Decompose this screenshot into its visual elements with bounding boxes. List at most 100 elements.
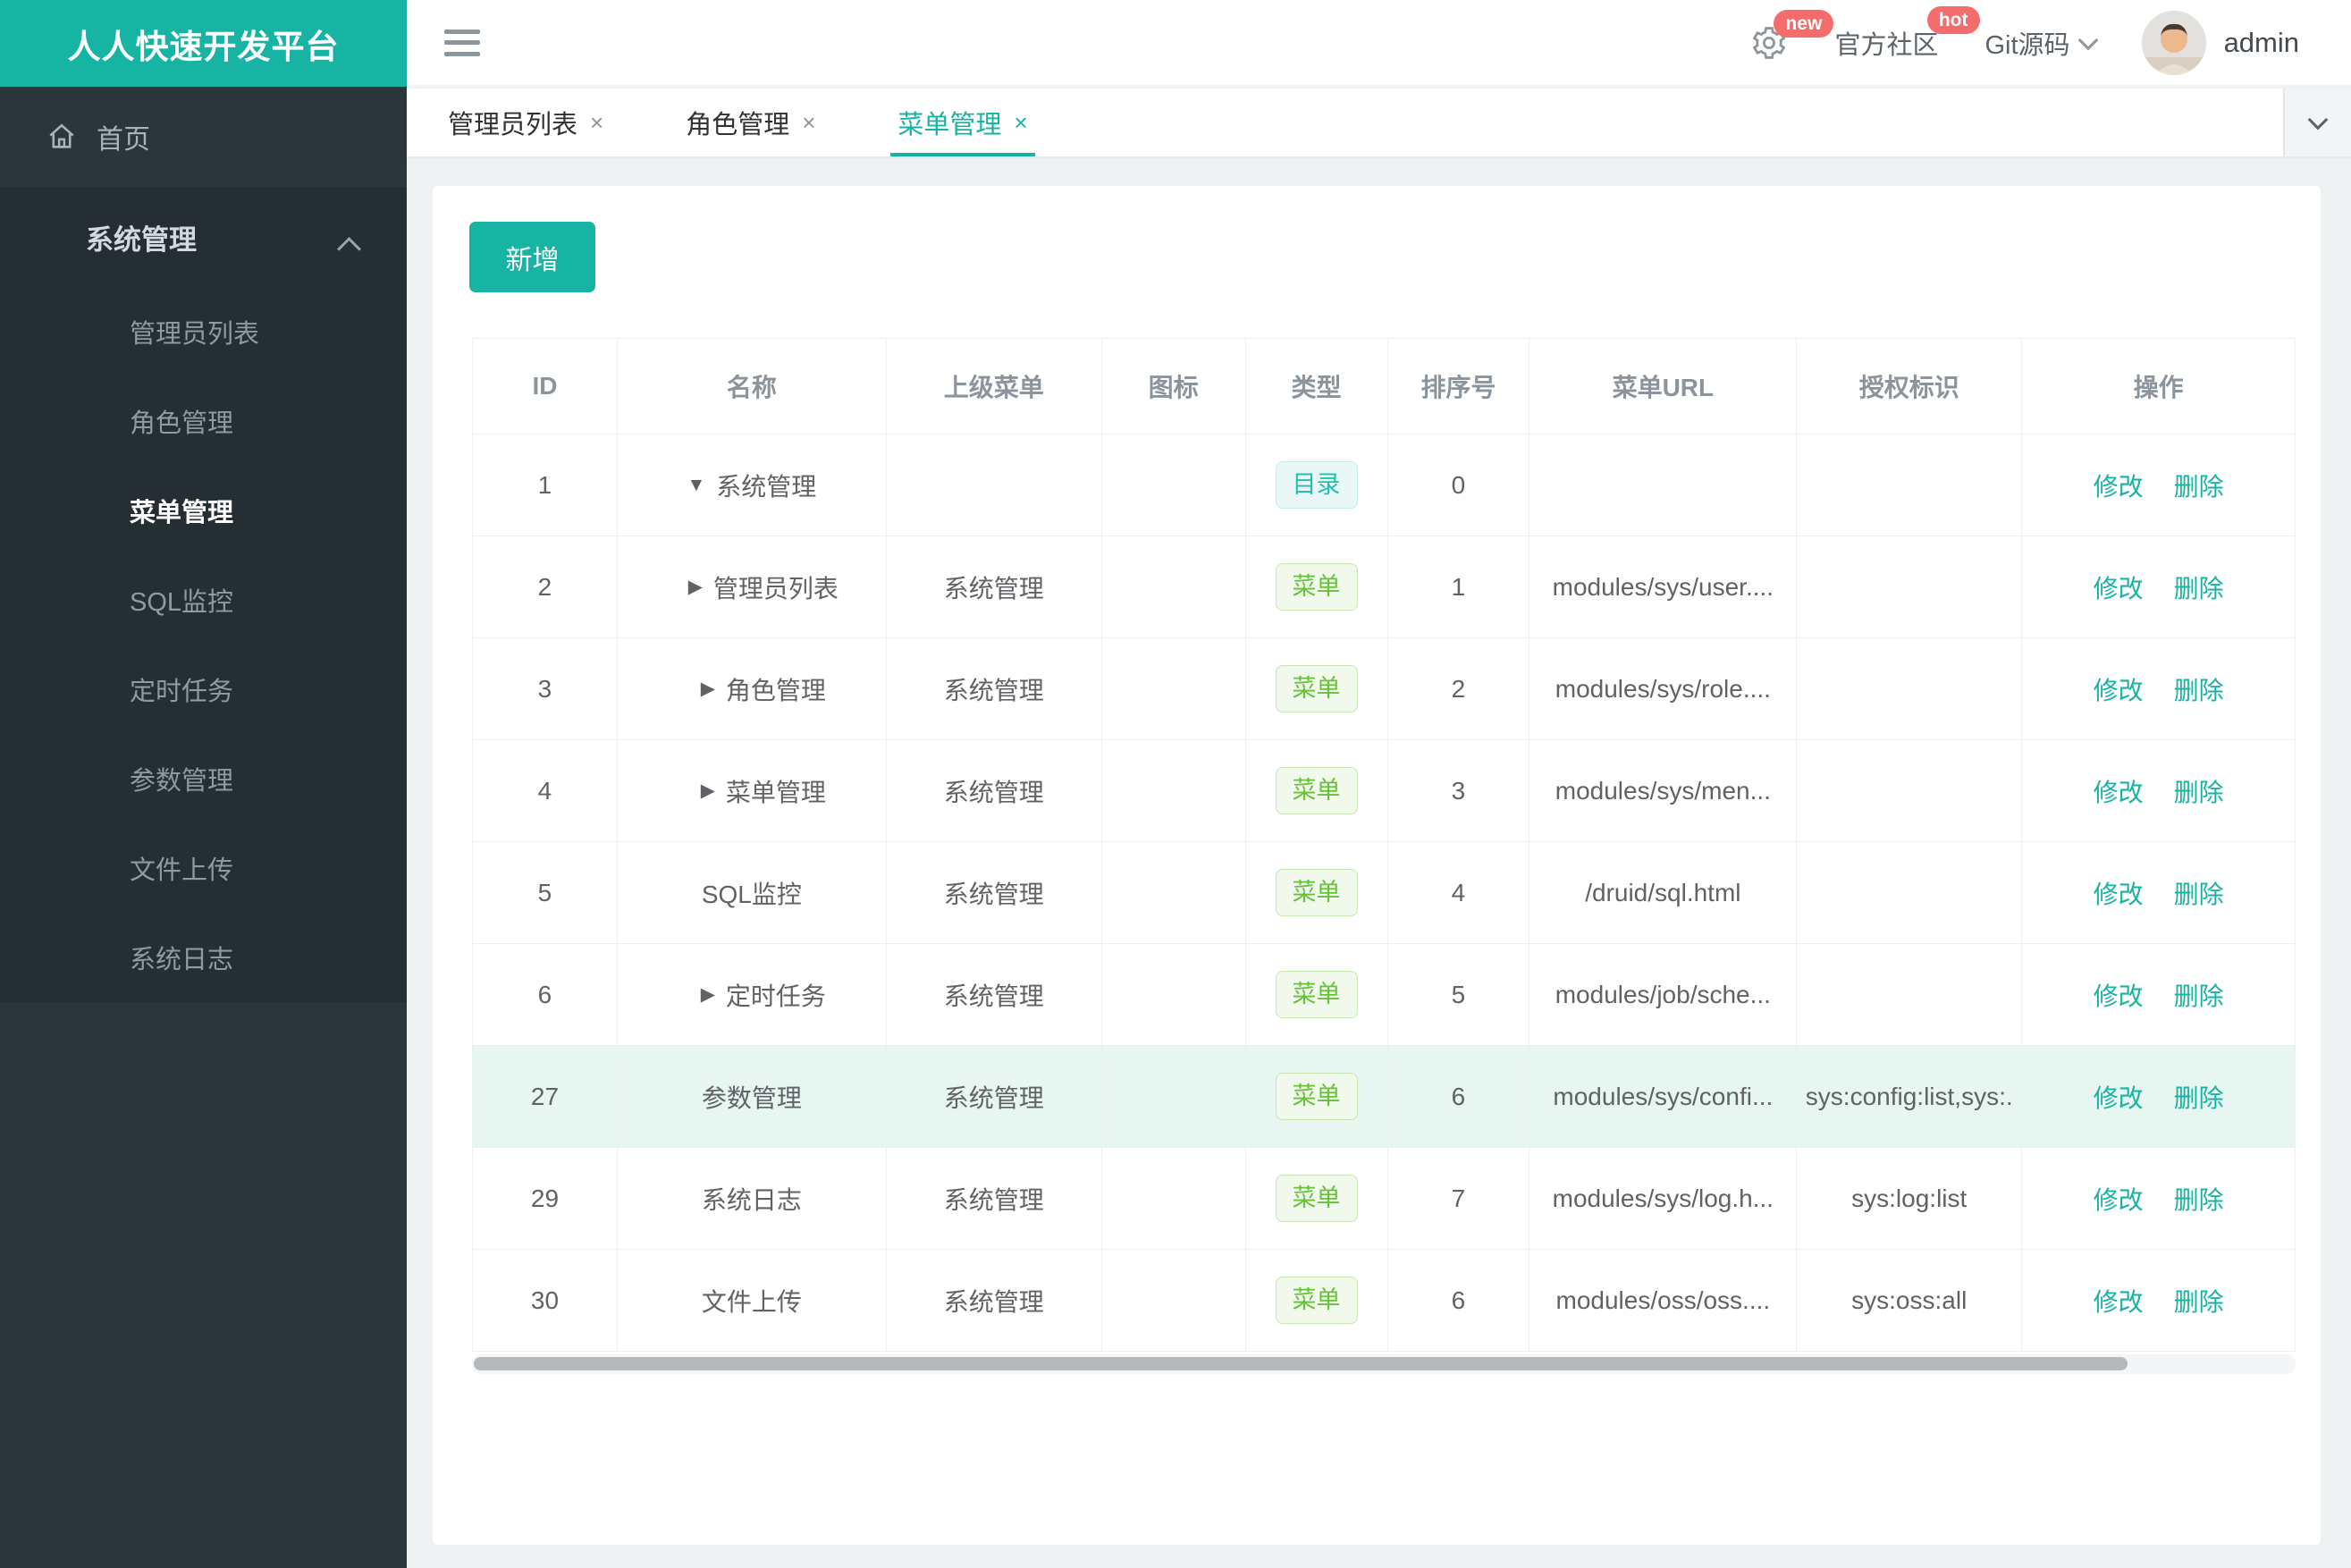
menu-name: 文件上传: [701, 1287, 802, 1316]
column-header-操作: 操作: [2022, 339, 2296, 434]
home-icon: [49, 123, 74, 148]
cell-icon: [1101, 842, 1246, 944]
chevron-up-icon: [341, 237, 360, 257]
tab-菜单管理[interactable]: 菜单管理 ×: [856, 89, 1068, 156]
add-button[interactable]: 新增: [469, 222, 595, 292]
delete-link[interactable]: 删除: [2174, 1181, 2224, 1217]
cell-menu-url: modules/sys/men...: [1529, 740, 1798, 842]
cell-operations: 修改 删除: [2022, 944, 2296, 1046]
delete-link[interactable]: 删除: [2174, 569, 2224, 605]
tree-expand-icon[interactable]: ▶: [688, 576, 703, 598]
cell-menu-url: modules/oss/oss....: [1529, 1250, 1798, 1352]
tab-bar: 管理员列表 × 角色管理 × 菜单管理 ×: [407, 89, 2351, 158]
cell-parent-menu: 系统管理: [886, 1148, 1102, 1250]
edit-link[interactable]: 修改: [2094, 977, 2144, 1013]
table-row[interactable]: 3 ▶ 角色管理 系统管理 菜单 2 modules/sys/role.... 修改 删除: [473, 638, 2296, 740]
delete-link[interactable]: 删除: [2174, 1079, 2224, 1115]
git-source-dropdown[interactable]: Git源码: [1985, 24, 2098, 62]
tree-expand-icon[interactable]: ▶: [701, 983, 715, 1006]
tree-collapse-icon[interactable]: ▼: [687, 475, 705, 496]
cell-operations: 修改 删除: [2022, 740, 2296, 842]
tree-expand-icon[interactable]: ▶: [701, 678, 715, 700]
theme-settings[interactable]: new: [1750, 9, 1834, 62]
sidebar-item-角色管理[interactable]: 角色管理: [0, 376, 407, 466]
cell-icon: [1101, 536, 1246, 638]
tab-角色管理[interactable]: 角色管理 ×: [645, 89, 856, 156]
tab-close-icon[interactable]: ×: [802, 109, 815, 137]
sidebar-item-参数管理[interactable]: 参数管理: [0, 734, 407, 823]
delete-link[interactable]: 删除: [2174, 977, 2224, 1013]
edit-link[interactable]: 修改: [2094, 1079, 2144, 1115]
table-row[interactable]: 4 ▶ 菜单管理 系统管理 菜单 3 modules/sys/men... 修改 删除: [473, 740, 2296, 842]
cell-menu-url: modules/sys/log.h...: [1529, 1148, 1798, 1250]
cell-operations: 修改 删除: [2022, 536, 2296, 638]
sidebar-group-title[interactable]: 系统管理: [0, 187, 407, 287]
cell-perm: sys:oss:all: [1797, 1250, 2023, 1352]
tab-label: 菜单管理: [897, 111, 1002, 139]
cell-name: 系统日志: [617, 1148, 887, 1250]
tab-close-icon[interactable]: ×: [1014, 109, 1027, 137]
edit-link[interactable]: 修改: [2094, 569, 2144, 605]
tab-管理员列表[interactable]: 管理员列表 ×: [407, 89, 645, 156]
hot-badge: hot: [1926, 5, 1980, 34]
table-row[interactable]: 6 ▶ 定时任务 系统管理 菜单 5 modules/job/sche... 修改 删除: [473, 944, 2296, 1046]
cell-icon: [1101, 434, 1246, 536]
table-row[interactable]: 29 系统日志 系统管理 菜单 7 modules/sys/log.h... sys:log…: [473, 1148, 2296, 1250]
edit-link[interactable]: 修改: [2094, 773, 2144, 809]
delete-link[interactable]: 删除: [2174, 875, 2224, 911]
cell-menu-url: modules/sys/user....: [1529, 536, 1798, 638]
table-row[interactable]: 30 文件上传 系统管理 菜单 6 modules/oss/oss.... sys:oss:…: [473, 1250, 2296, 1352]
cell-perm: [1797, 638, 2023, 740]
sidebar-item-定时任务[interactable]: 定时任务: [0, 645, 407, 734]
sidebar-item-SQL监控[interactable]: SQL监控: [0, 555, 407, 645]
delete-link[interactable]: 删除: [2174, 1283, 2224, 1319]
edit-link[interactable]: 修改: [2094, 1181, 2144, 1217]
table-row[interactable]: 27 参数管理 系统管理 菜单 6 modules/sys/confi... sys:con…: [473, 1046, 2296, 1148]
user-menu[interactable]: admin: [2141, 10, 2299, 75]
edit-link[interactable]: 修改: [2094, 1283, 2144, 1319]
sidebar-item-管理员列表[interactable]: 管理员列表: [0, 287, 407, 376]
tab-close-icon[interactable]: ×: [590, 109, 603, 137]
community-link[interactable]: 官方社区: [1834, 24, 1938, 62]
column-header-上级菜单: 上级菜单: [886, 339, 1102, 434]
cell-type: 菜单: [1245, 1046, 1388, 1148]
cell-operations: 修改 删除: [2022, 1250, 2296, 1352]
cell-id: 6: [473, 944, 618, 1046]
edit-link[interactable]: 修改: [2094, 468, 2144, 503]
delete-link[interactable]: 删除: [2174, 671, 2224, 707]
menu-name: 系统管理: [716, 472, 817, 501]
menu-name: 管理员列表: [712, 574, 838, 603]
cell-perm: sys:config:list,sys:.: [1797, 1046, 2023, 1148]
cell-perm: [1797, 434, 2023, 536]
delete-link[interactable]: 删除: [2174, 773, 2224, 809]
delete-link[interactable]: 删除: [2174, 468, 2224, 503]
cell-sort: 6: [1387, 1250, 1530, 1352]
avatar: [2141, 10, 2206, 75]
cell-parent-menu: 系统管理: [886, 1250, 1102, 1352]
sidebar-home-label: 首页: [97, 125, 150, 155]
cell-type: 菜单: [1245, 638, 1388, 740]
cell-menu-url: modules/sys/confi...: [1529, 1046, 1798, 1148]
cell-parent-menu: [886, 434, 1102, 536]
table-row[interactable]: 1 ▼ 系统管理 目录 0 修改 删除: [473, 434, 2296, 536]
cell-menu-url: modules/job/sche...: [1529, 944, 1798, 1046]
horizontal-scrollbar-thumb[interactable]: [474, 1357, 2128, 1370]
sidebar-item-文件上传[interactable]: 文件上传: [0, 823, 407, 913]
community-link-wrap[interactable]: 官方社区 hot: [1834, 5, 1980, 62]
type-badge: 菜单: [1275, 869, 1358, 916]
edit-link[interactable]: 修改: [2094, 875, 2144, 911]
sidebar-item-系统日志[interactable]: 系统日志: [0, 913, 407, 1002]
cell-operations: 修改 删除: [2022, 1148, 2296, 1250]
table-row[interactable]: 5 SQL监控 系统管理 菜单 4/druid/sql.html 修改 删除: [473, 842, 2296, 944]
edit-link[interactable]: 修改: [2094, 671, 2144, 707]
tabs-overflow-button[interactable]: [2283, 89, 2351, 156]
sidebar-item-菜单管理[interactable]: 菜单管理: [0, 466, 407, 555]
sidebar-item-home[interactable]: 首页: [0, 87, 407, 187]
table-row[interactable]: 2 ▶ 管理员列表 系统管理 菜单 1 modules/sys/user.... 修改 删除: [473, 536, 2296, 638]
menu-toggle-icon[interactable]: [444, 29, 480, 56]
username-label: admin: [2223, 26, 2299, 58]
column-header-排序号: 排序号: [1387, 339, 1530, 434]
table-header-row: ID 名称 上级菜单 图标 类型 排序号 菜单URL 授权标识 操作: [473, 339, 2296, 434]
cell-menu-url: /druid/sql.html: [1529, 842, 1798, 944]
tree-expand-icon[interactable]: ▶: [701, 780, 715, 802]
